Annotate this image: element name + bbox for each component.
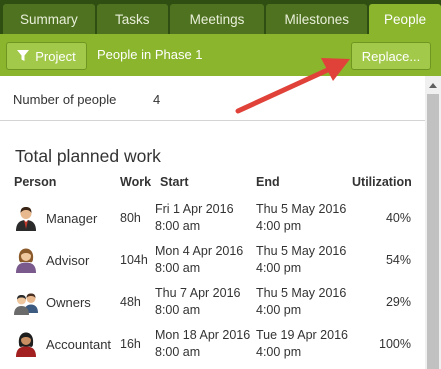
utilization-value: 100% [379, 337, 411, 351]
end-time: 4:00 pm [256, 261, 302, 275]
start-time: 8:00 am [155, 303, 201, 317]
scroll-up-icon[interactable] [425, 76, 441, 93]
column-header-utilization: Utilization [352, 175, 412, 189]
start-time: 8:00 am [155, 261, 201, 275]
start-date: Mon 18 Apr 2016 [155, 328, 251, 342]
end-time: 4:00 pm [256, 219, 302, 233]
tab-bar: Summary Tasks Meetings Milestones People [0, 0, 441, 34]
table-row[interactable]: Advisor 104h Mon 4 Apr 2016 8:00 am Thu … [0, 240, 425, 282]
scrollbar-thumb[interactable] [427, 94, 439, 369]
start-date: Fri 1 Apr 2016 [155, 202, 234, 216]
column-header-end: End [256, 175, 280, 189]
filter-icon [17, 50, 30, 62]
replace-button[interactable]: Replace... [351, 42, 431, 70]
person-female-dark-icon [14, 331, 38, 357]
work-hours: 80h [120, 211, 141, 225]
phase-label: People in Phase 1 [97, 47, 203, 62]
end-date: Tue 19 Apr 2016 [256, 328, 348, 342]
group-icon [14, 289, 38, 315]
end-date: Thu 5 May 2016 [256, 202, 347, 216]
column-header-work: Work [120, 175, 152, 189]
person-name: Accountant [46, 337, 112, 352]
utilization-value: 54% [385, 253, 411, 267]
start-date: Thu 7 Apr 2016 [155, 286, 241, 300]
work-hours: 16h [120, 337, 141, 351]
end-time: 4:00 pm [256, 303, 302, 317]
column-header-start: Start [160, 175, 189, 189]
end-date: Thu 5 May 2016 [256, 286, 347, 300]
toolbar: Project People in Phase 1 Replace... [0, 34, 441, 76]
people-panel: Number of people 4 Total planned work Pe… [0, 76, 425, 369]
column-header-person: Person [14, 175, 57, 189]
work-hours: 104h [120, 253, 148, 267]
project-filter-button[interactable]: Project [6, 42, 87, 70]
tab-meetings[interactable]: Meetings [169, 4, 265, 34]
people-count-value: 4 [153, 92, 161, 107]
utilization-value: 40% [385, 211, 411, 225]
vertical-scrollbar[interactable] [425, 76, 441, 369]
table-row[interactable]: Accountant 16h Mon 18 Apr 2016 8:00 am T… [0, 324, 425, 366]
work-hours: 48h [120, 295, 141, 309]
tab-tasks[interactable]: Tasks [96, 4, 168, 34]
people-count-label: Number of people [13, 92, 117, 107]
utilization-value: 29% [385, 295, 411, 309]
start-time: 8:00 am [155, 219, 201, 233]
person-name: Owners [46, 295, 91, 310]
tab-summary[interactable]: Summary [3, 4, 95, 34]
section-title: Total planned work [15, 146, 161, 166]
person-name: Advisor [46, 253, 90, 268]
start-time: 8:00 am [155, 345, 201, 359]
people-count-row: Number of people 4 [0, 76, 425, 121]
person-name: Manager [46, 211, 98, 226]
person-female-icon [14, 247, 38, 273]
start-date: Mon 4 Apr 2016 [155, 244, 244, 258]
table-row[interactable]: Owners 48h Thu 7 Apr 2016 8:00 am Thu 5 … [0, 282, 425, 324]
end-time: 4:00 pm [256, 345, 302, 359]
project-filter-label: Project [35, 48, 76, 64]
person-tie-icon [14, 205, 38, 231]
end-date: Thu 5 May 2016 [256, 244, 347, 258]
tab-people[interactable]: People [369, 4, 441, 34]
tab-milestones[interactable]: Milestones [266, 4, 368, 34]
table-row[interactable]: Manager 80h Fri 1 Apr 2016 8:00 am Thu 5… [0, 198, 425, 240]
